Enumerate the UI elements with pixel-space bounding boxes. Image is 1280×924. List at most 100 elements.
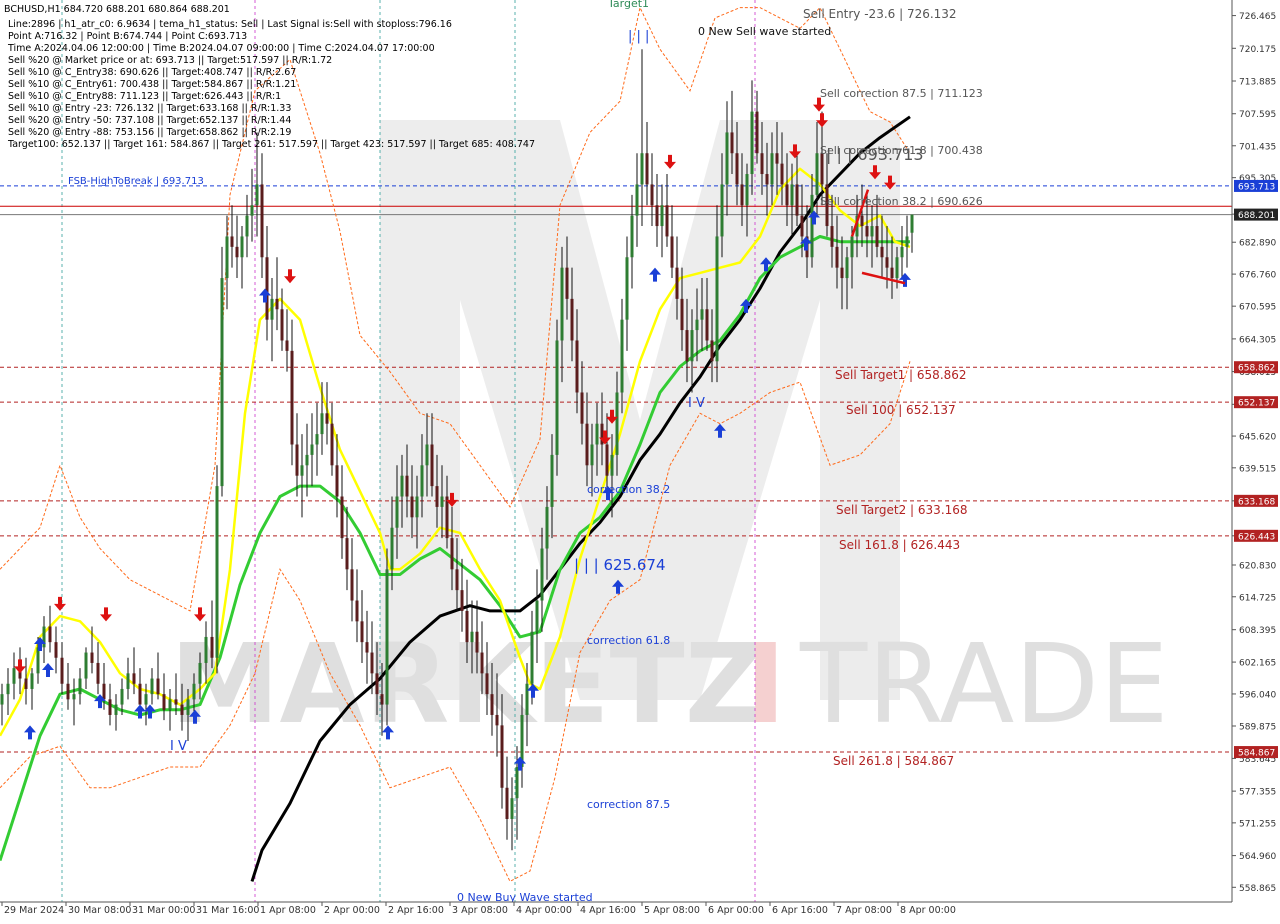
candle-body xyxy=(220,278,224,487)
candle-body xyxy=(250,205,254,216)
time-tick-label: 2 Apr 16:00 xyxy=(388,905,444,916)
buy-arrow-icon xyxy=(24,725,36,740)
sell-arrow-icon xyxy=(664,154,676,169)
candle-body xyxy=(245,215,249,237)
candle-body xyxy=(725,132,729,185)
candle-body xyxy=(780,163,784,185)
candle-body xyxy=(610,454,614,476)
price-tick-label: 614.725 xyxy=(1239,593,1276,603)
candle-body xyxy=(570,298,574,341)
candle-body xyxy=(820,153,824,185)
candle-body xyxy=(295,444,299,476)
candle-body xyxy=(375,673,379,695)
candle-body xyxy=(390,527,394,570)
candle-body xyxy=(895,257,899,279)
annotation-target1: Target1 xyxy=(607,0,649,10)
candle-body xyxy=(645,153,649,185)
candle-body xyxy=(870,226,874,237)
info-line: Sell %10 @ C_Entry61: 700.438 || Target:… xyxy=(8,79,296,90)
price-tick-label: 558.865 xyxy=(1239,884,1276,894)
candle-body xyxy=(260,184,264,258)
candle-body xyxy=(36,647,40,674)
candle-body xyxy=(120,688,124,705)
candle-body xyxy=(720,184,724,237)
candle-body xyxy=(240,236,244,258)
candle-body xyxy=(530,631,534,684)
candle-body xyxy=(535,600,539,632)
level-label: Sell 100 | 652.137 xyxy=(846,403,956,417)
annotation-correction-382: correction 38.2 xyxy=(587,483,670,496)
candle-body xyxy=(225,236,229,279)
candle-body xyxy=(330,423,334,466)
time-tick-label: 7 Apr 08:00 xyxy=(836,905,892,916)
candle-body xyxy=(840,267,844,279)
candle-body xyxy=(465,610,469,643)
candle-body xyxy=(30,673,34,689)
time-tick-label: 1 Apr 08:00 xyxy=(260,905,316,916)
candle-body xyxy=(174,699,178,705)
annotation-sell-entry: Sell Entry -23.6 | 726.132 xyxy=(803,7,957,21)
candle-body xyxy=(485,673,489,695)
buy-arrow-icon xyxy=(259,288,271,303)
info-line: BCHUSD,H1 684.720 688.201 680.864 688.20… xyxy=(4,4,230,15)
candle-body xyxy=(785,184,789,206)
time-tick-label: 2 Apr 00:00 xyxy=(324,905,380,916)
watermark-text-mid: I xyxy=(745,620,786,748)
level-label: Sell Target1 | 658.862 xyxy=(835,368,967,382)
time-tick-label: 8 Apr 00:00 xyxy=(900,905,956,916)
candle-body xyxy=(315,434,319,445)
time-tick-label: 29 Mar 2024 xyxy=(4,905,64,916)
info-line: Sell %10 @ Entry -23: 726.132 || Target:… xyxy=(8,103,291,114)
annotation-sell-corr-382: Sell correction 38.2 | 690.626 xyxy=(820,195,983,208)
annotation-point-625: | | | 625.674 xyxy=(574,556,666,574)
price-tick-label: 645.620 xyxy=(1239,433,1276,443)
candle-body xyxy=(108,699,112,715)
candle-body xyxy=(96,662,100,684)
candle-body xyxy=(880,246,884,258)
candle-body xyxy=(290,350,294,445)
level-label: FSB-HighToBreak | 693.713 xyxy=(68,176,204,187)
candle-body xyxy=(715,236,719,362)
price-tick-label: 577.355 xyxy=(1239,788,1276,798)
candle-body xyxy=(730,132,734,154)
candle-body xyxy=(605,444,609,476)
candle-body xyxy=(162,694,166,710)
sell-arrow-icon xyxy=(14,659,26,674)
candle-body xyxy=(450,538,454,570)
candle-body xyxy=(560,267,564,341)
price-tag-label: 584.867 xyxy=(1238,749,1275,759)
candle-body xyxy=(445,496,449,539)
candle-body xyxy=(910,214,914,233)
time-tick-label: 31 Mar 00:00 xyxy=(132,905,195,916)
candle-body xyxy=(415,496,419,518)
candle-body xyxy=(235,246,239,258)
info-line: Sell %10 @ C_Entry38: 690.626 || Target:… xyxy=(8,67,296,78)
time-tick-label: 6 Apr 00:00 xyxy=(708,905,764,916)
candle-body xyxy=(675,267,679,299)
candle-body xyxy=(665,205,669,237)
buy-arrow-icon xyxy=(899,272,911,287)
price-tick-label: 639.515 xyxy=(1239,464,1276,474)
level-label: Sell 261.8 | 584.867 xyxy=(833,754,954,768)
candle-body xyxy=(790,184,794,206)
chart-area: MARKETZ I TRADE FSB-HighToBreak | 693.71… xyxy=(0,0,1280,920)
price-tick-label: 596.040 xyxy=(1239,690,1276,700)
candle-body xyxy=(800,215,804,237)
candle-body xyxy=(710,340,714,362)
price-tick-label: 608.395 xyxy=(1239,626,1276,636)
candle-body xyxy=(198,662,202,684)
candle-body xyxy=(680,298,684,331)
price-tag-label: 626.443 xyxy=(1238,532,1275,542)
annotation-wave-iv-left: I V xyxy=(170,739,187,754)
candle-body xyxy=(545,506,549,549)
candle-body xyxy=(350,569,354,601)
candle-body xyxy=(580,392,584,424)
candle-body xyxy=(168,699,172,710)
candle-body xyxy=(555,340,559,455)
candle-body xyxy=(900,246,904,258)
price-tick-label: 682.890 xyxy=(1239,239,1276,249)
candle-body xyxy=(126,673,130,689)
candle-body xyxy=(72,694,76,700)
candle-body xyxy=(700,309,704,320)
candle-body xyxy=(12,668,16,684)
